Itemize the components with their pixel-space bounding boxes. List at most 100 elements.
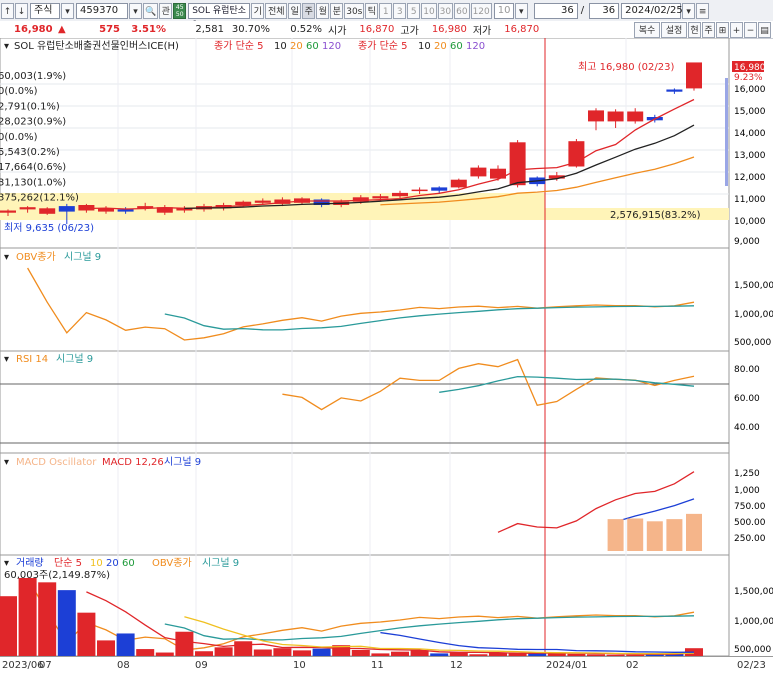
low-value: 16,870: [504, 24, 540, 35]
candle-body: [470, 167, 487, 177]
volume-collapse-icon[interactable]: ▾: [4, 558, 9, 569]
toolbar: ↑ ↓ 주식 ▾ 459370 ▾ 🔍 관 45 50 SOL 유럽탄소1 기 …: [0, 0, 773, 30]
x-axis-label: 2024/01: [546, 660, 588, 671]
macd-osc-bar: [607, 519, 624, 551]
add-icon[interactable]: +: [730, 22, 743, 38]
period-day-button[interactable]: 일: [288, 2, 302, 19]
price-y-tick: 9,000: [734, 237, 760, 247]
price-y-tick: 13,000: [734, 151, 766, 161]
panel-collapse-icon[interactable]: ▾: [4, 41, 9, 52]
period-30s-button[interactable]: 30s: [344, 2, 365, 19]
unit-30-button[interactable]: 30: [437, 2, 454, 19]
multi-button[interactable]: 복수: [634, 22, 660, 38]
unit-5-button[interactable]: 5: [407, 2, 421, 19]
stock-name-field[interactable]: SOL 유럽탄소1: [188, 2, 251, 30]
rsi-collapse-icon[interactable]: ▾: [4, 354, 9, 365]
macd-y-tick: 250.00: [734, 534, 766, 544]
candle-body: [666, 89, 683, 92]
rsi-title: RSI 14: [16, 354, 48, 365]
unit-stepper-icon[interactable]: ▾: [514, 2, 528, 19]
price-y-tick: 11,000: [734, 195, 766, 205]
macd-y-tick: 1,000: [734, 486, 760, 496]
current-button[interactable]: 현: [688, 22, 701, 38]
vp-label: 28,023(0.9%): [0, 117, 66, 128]
x-axis-label: 07: [39, 660, 52, 671]
price-y-tick: 16,000: [734, 85, 766, 95]
candle-body: [372, 196, 389, 199]
ratio-value-1: 30.70%: [231, 24, 270, 35]
macd-collapse-icon[interactable]: ▾: [4, 457, 9, 468]
candle-body: [117, 209, 134, 212]
unit-120-button[interactable]: 120: [470, 2, 492, 19]
obv-title: OBV종가: [16, 251, 56, 263]
all-button[interactable]: 전체: [265, 2, 288, 19]
count-input[interactable]: 36: [533, 2, 578, 19]
volume-bar: [0, 596, 17, 656]
macd-osc-title: MACD Oscillator: [16, 457, 97, 468]
ma2-num-60: 60: [450, 41, 463, 52]
open-label: 시가: [328, 26, 347, 37]
price-bar: 16,980 ▲ 575 3.51% 2,581 30.70% 0.52% 시가…: [0, 21, 773, 39]
candle-body: [39, 208, 56, 214]
low-label: 저가: [472, 26, 492, 37]
unit-1-button[interactable]: 1: [379, 2, 393, 19]
candle-body: [607, 111, 624, 122]
x-axis-label: 02: [626, 660, 639, 671]
chevron-down-icon[interactable]: ▾: [61, 2, 74, 19]
volume-title: 거래량: [16, 557, 44, 569]
obv-y-tick: 500,000: [734, 338, 771, 348]
settings-button[interactable]: 설정: [661, 22, 687, 38]
menu-icon[interactable]: ≡: [696, 2, 710, 19]
link-button[interactable]: 관: [159, 2, 173, 19]
obv-signal: 시그널 9: [64, 251, 101, 263]
unit-input[interactable]: 10: [493, 2, 514, 19]
main-button[interactable]: 주: [702, 22, 715, 38]
chart-area[interactable]: 60,003(1.9%) 0(0.0%) 2,791(0.1%) 28,023(0.9…: [0, 37, 773, 657]
volume-bar: [273, 648, 292, 656]
panel-icon[interactable]: ▤: [758, 22, 771, 38]
period-tick-button[interactable]: 틱: [365, 2, 379, 19]
code-input[interactable]: 459370: [76, 2, 128, 19]
x-axis: 2023/06 07 08 09 10 11 12 2024/01 02 02/…: [0, 656, 773, 675]
scroll-indicator[interactable]: [725, 78, 728, 186]
volume-bar: [312, 648, 331, 656]
date-input[interactable]: 2024/02/25: [621, 2, 683, 19]
period-minute-button[interactable]: 분: [330, 2, 344, 19]
arrow-down-button[interactable]: ↓: [15, 2, 28, 19]
unit-60-button[interactable]: 60: [454, 2, 470, 19]
volume-ma-label: 단순 5: [54, 557, 82, 569]
count-total-field: 36: [589, 2, 620, 19]
ma2-num-20: 20: [434, 41, 447, 52]
chart-svg[interactable]: 60,003(1.9%) 0(0.0%) 2,791(0.1%) 28,023(0.9…: [0, 37, 773, 657]
search-icon[interactable]: 🔍: [143, 2, 159, 19]
rsi-y-tick: 40.00: [734, 423, 760, 433]
unit-10-button[interactable]: 10: [421, 2, 437, 19]
volume-bar: [77, 612, 96, 656]
candle-body: [686, 62, 702, 89]
unit-3-button[interactable]: 3: [393, 2, 407, 19]
candle-body: [588, 110, 604, 122]
arrow-up-button[interactable]: ↑: [1, 2, 14, 19]
price-y-tick: 12,000: [734, 173, 766, 183]
count-slash: /: [580, 5, 585, 16]
gi-button[interactable]: 기: [251, 2, 265, 19]
calendar-dropdown-icon[interactable]: ▾: [682, 2, 696, 19]
code-dropdown-icon[interactable]: ▾: [129, 2, 142, 19]
vp-label: 0(0.0%): [0, 86, 38, 97]
volume-bar: [175, 631, 194, 656]
volume-ma-10: 10: [90, 558, 103, 569]
change-percent: 3.51%: [131, 24, 166, 35]
volume-bar: [214, 647, 233, 656]
market-type-select[interactable]: 주식: [30, 2, 60, 19]
x-axis-label: 08: [117, 660, 130, 671]
period-month-button[interactable]: 월: [316, 2, 330, 19]
period-week-button[interactable]: 주: [302, 2, 316, 19]
x-axis-label: 10: [293, 660, 306, 671]
vp-label: 60,003(1.9%): [0, 71, 66, 82]
x-axis-label: 09: [195, 660, 208, 671]
minus-icon[interactable]: −: [744, 22, 757, 38]
ma2-num-10: 10: [418, 41, 431, 52]
grid-icon[interactable]: ⊞: [716, 22, 729, 38]
low-note: 최저 9,635 (06/23): [4, 222, 94, 234]
obv-collapse-icon[interactable]: ▾: [4, 252, 9, 263]
